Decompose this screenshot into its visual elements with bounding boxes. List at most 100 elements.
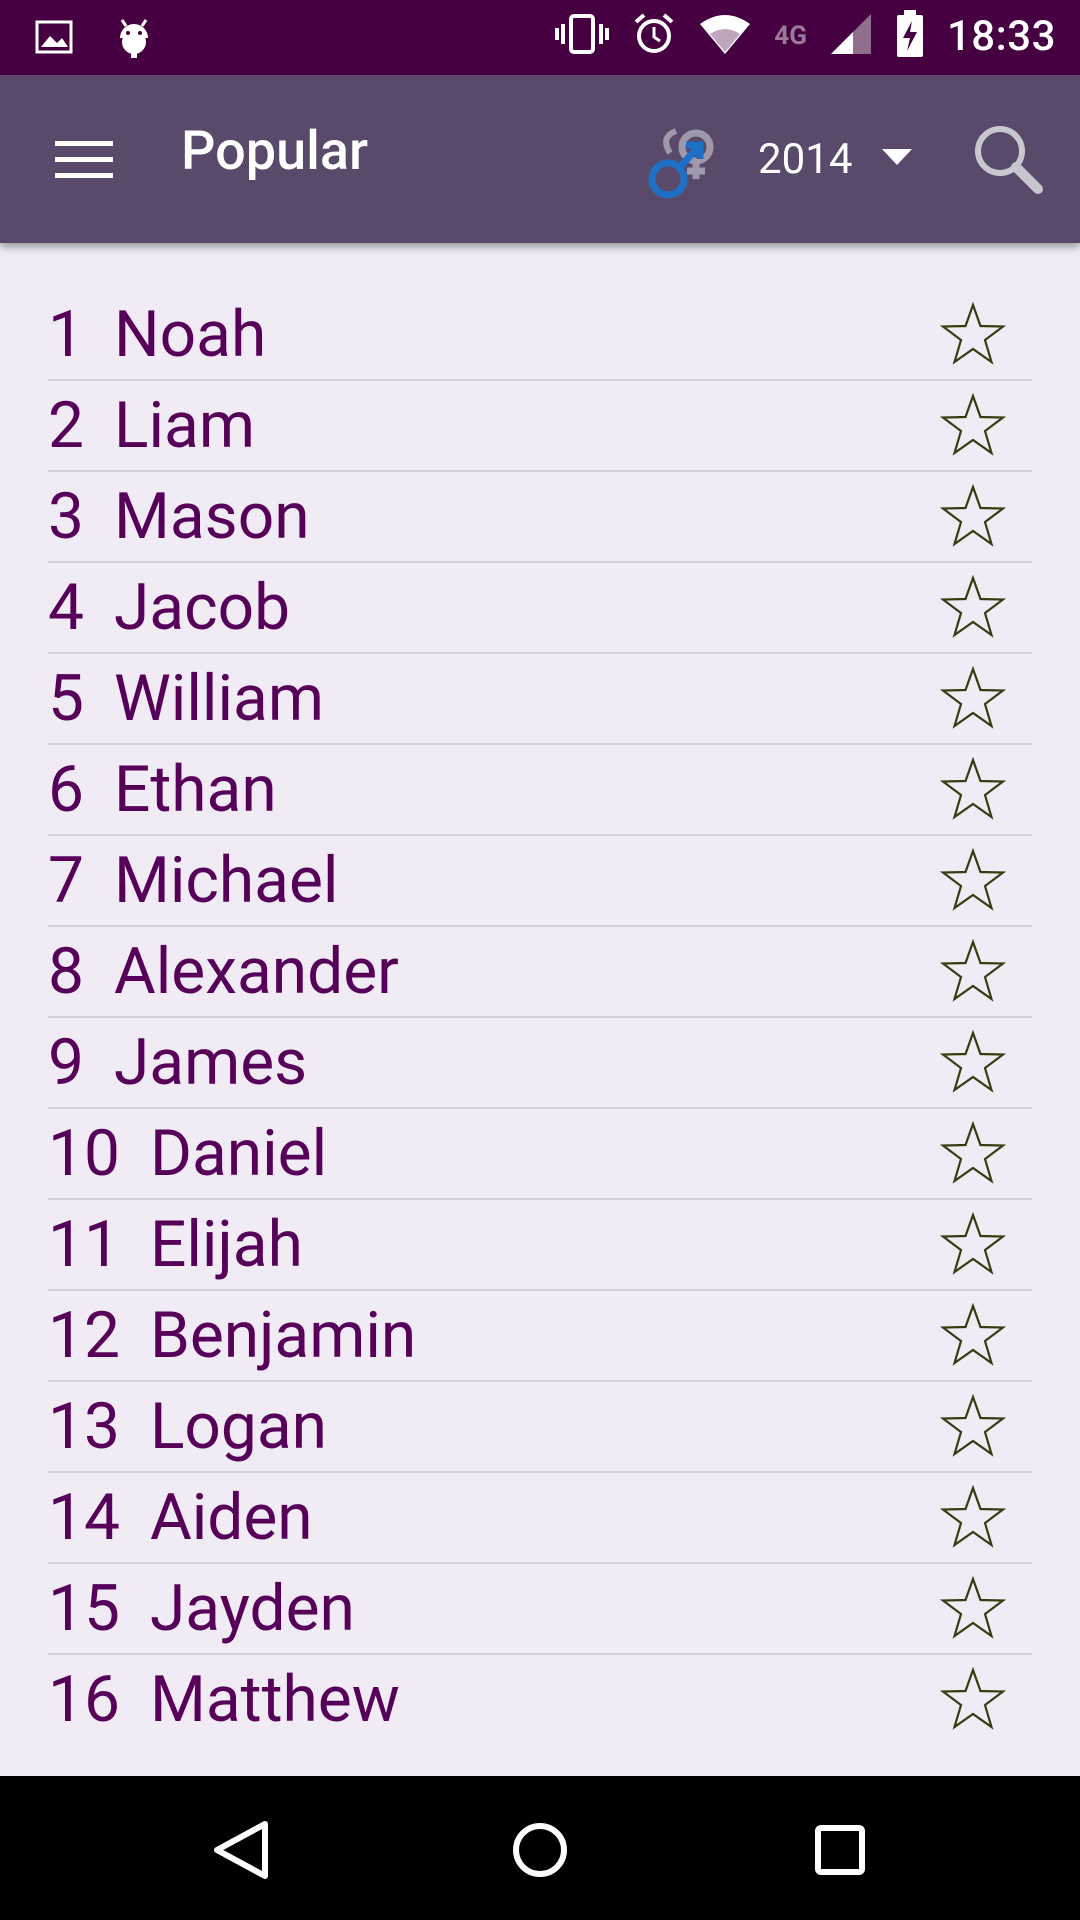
- navigation-bar: [0, 1776, 1080, 1920]
- list-item[interactable]: 8 Alexander: [48, 927, 1032, 1018]
- back-button[interactable]: [209, 1818, 273, 1882]
- year-dropdown[interactable]: 2014: [758, 127, 913, 191]
- list-item[interactable]: 11 Elijah: [48, 1200, 1032, 1291]
- star-outline-icon: [939, 1666, 1007, 1737]
- favorite-button[interactable]: [939, 392, 1007, 459]
- list-item[interactable]: 5 William: [48, 654, 1032, 745]
- favorite-button[interactable]: [939, 1393, 1007, 1460]
- favorite-button[interactable]: [939, 483, 1007, 550]
- clock: 18:33: [946, 11, 1056, 61]
- gender-toggle-button[interactable]: [640, 119, 730, 209]
- list-item[interactable]: 7 Michael: [48, 836, 1032, 927]
- name-rank: 1: [48, 296, 84, 372]
- name-rank: 2: [48, 387, 84, 463]
- name-text: Daniel: [149, 1115, 328, 1191]
- favorite-button[interactable]: [939, 756, 1007, 823]
- page-title: Popular: [181, 120, 369, 183]
- star-outline-icon: [939, 1484, 1007, 1555]
- name-text: Liam: [113, 387, 255, 463]
- favorite-button[interactable]: [939, 847, 1007, 914]
- favorite-button[interactable]: [939, 1211, 1007, 1278]
- name-text: Ethan: [113, 751, 277, 827]
- name-text: James: [113, 1024, 308, 1100]
- home-icon: [508, 1823, 572, 1886]
- app-bar: Popular 2014: [0, 75, 1080, 243]
- wifi-icon: [698, 12, 752, 60]
- vibrate-icon: [554, 12, 610, 60]
- name-rank: 5: [48, 660, 84, 736]
- name-rank: 14: [48, 1479, 120, 1555]
- network-type: 4G: [774, 21, 807, 51]
- year-value: 2014: [758, 134, 853, 184]
- star-outline-icon: [939, 1393, 1007, 1464]
- favorite-button[interactable]: [939, 938, 1007, 1005]
- name-rank: 7: [48, 842, 84, 918]
- star-outline-icon: [939, 847, 1007, 918]
- name-text: William: [113, 660, 324, 736]
- menu-button[interactable]: [40, 119, 130, 199]
- name-text: Matthew: [149, 1661, 400, 1737]
- list-item[interactable]: 1 Noah: [48, 290, 1032, 381]
- favorite-button[interactable]: [939, 1029, 1007, 1096]
- name-rank: 10: [48, 1115, 120, 1191]
- name-text: Logan: [149, 1388, 327, 1464]
- signal-icon: [829, 12, 873, 60]
- favorite-button[interactable]: [939, 1120, 1007, 1187]
- star-outline-icon: [939, 938, 1007, 1009]
- caret-down-icon: [882, 147, 913, 171]
- star-outline-icon: [939, 483, 1007, 554]
- name-text: Noah: [113, 296, 267, 372]
- star-outline-icon: [939, 301, 1007, 372]
- list-item[interactable]: 15 Jayden: [48, 1564, 1032, 1655]
- list-item[interactable]: 2 Liam: [48, 381, 1032, 472]
- star-outline-icon: [939, 574, 1007, 645]
- home-button[interactable]: [508, 1818, 572, 1882]
- favorite-button[interactable]: [939, 665, 1007, 732]
- name-text: Jayden: [149, 1570, 355, 1646]
- list-item[interactable]: 10 Daniel: [48, 1109, 1032, 1200]
- name-rank: 15: [48, 1570, 120, 1646]
- star-outline-icon: [939, 665, 1007, 736]
- name-rank: 12: [48, 1297, 120, 1373]
- name-text: Aiden: [149, 1479, 313, 1555]
- list-item[interactable]: 3 Mason: [48, 472, 1032, 563]
- list-item[interactable]: 16 Matthew: [48, 1655, 1032, 1744]
- recents-button[interactable]: [808, 1818, 872, 1882]
- star-outline-icon: [939, 1211, 1007, 1282]
- list-item[interactable]: 6 Ethan: [48, 745, 1032, 836]
- name-text: Mason: [113, 478, 310, 554]
- name-rank: 13: [48, 1388, 120, 1464]
- favorite-button[interactable]: [939, 574, 1007, 641]
- search-button[interactable]: [968, 119, 1048, 199]
- favorite-button[interactable]: [939, 1302, 1007, 1369]
- star-outline-icon: [939, 1029, 1007, 1100]
- battery-charging-icon: [895, 10, 925, 62]
- name-text: Benjamin: [149, 1297, 417, 1373]
- search-icon: [968, 126, 1048, 203]
- name-rank: 16: [48, 1661, 120, 1737]
- star-outline-icon: [939, 756, 1007, 827]
- name-text: Michael: [113, 842, 339, 918]
- list-item[interactable]: 12 Benjamin: [48, 1291, 1032, 1382]
- favorite-button[interactable]: [939, 1666, 1007, 1733]
- image-icon: [34, 19, 74, 59]
- list-item[interactable]: 9 James: [48, 1018, 1032, 1109]
- name-text: Alexander: [113, 933, 399, 1009]
- favorite-button[interactable]: [939, 1575, 1007, 1642]
- name-rank: 8: [48, 933, 84, 1009]
- list-item[interactable]: 13 Logan: [48, 1382, 1032, 1473]
- android-icon: [114, 14, 154, 64]
- alarm-icon: [632, 12, 676, 60]
- favorite-button[interactable]: [939, 301, 1007, 368]
- name-rank: 9: [48, 1024, 84, 1100]
- name-text: Elijah: [149, 1206, 303, 1282]
- status-bar: 4G 18:33: [0, 0, 1080, 75]
- favorite-button[interactable]: [939, 1484, 1007, 1551]
- list-item[interactable]: 14 Aiden: [48, 1473, 1032, 1564]
- recents-icon: [808, 1825, 872, 1886]
- name-rank: 4: [48, 569, 84, 645]
- names-list: 1 Noah 2 Liam 3 Mason 4 Jacob 5 William …: [48, 290, 1032, 1744]
- star-outline-icon: [939, 1120, 1007, 1191]
- list-item[interactable]: 4 Jacob: [48, 563, 1032, 654]
- star-outline-icon: [939, 1575, 1007, 1646]
